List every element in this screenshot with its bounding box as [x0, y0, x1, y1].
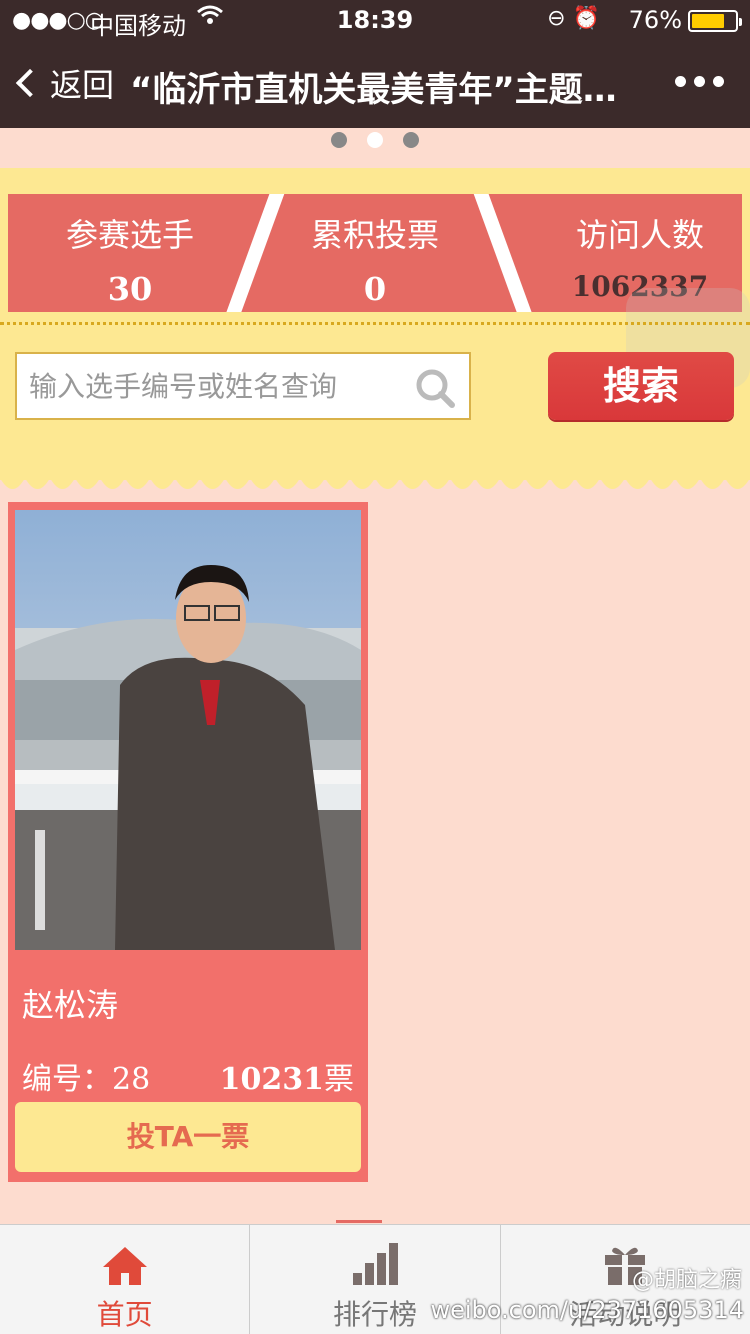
home-icon: [0, 1225, 249, 1287]
carousel-dot-active[interactable]: [367, 132, 383, 148]
top-bar: ●●●○○ 中国移动 18:39 ⊖ ⏰ 76% 返回 “临沂市直机关最美青年”…: [0, 0, 750, 128]
alarm-icon: ⏰: [572, 6, 600, 31]
back-button[interactable]: 返回: [15, 60, 115, 106]
dotted-divider: [0, 322, 750, 325]
candidate-number: 编号：28: [22, 1054, 150, 1098]
page-title: “临沂市直机关最美青年”主题…: [130, 70, 617, 110]
tab-home[interactable]: 首页: [0, 1225, 251, 1334]
nav-bar: 返回 “临沂市直机关最美青年”主题…: [0, 40, 750, 128]
carousel-dot[interactable]: [403, 132, 419, 148]
bar-chart-icon: [250, 1225, 499, 1287]
scallop-border: [0, 478, 750, 489]
battery-icon: [688, 10, 742, 32]
more-dot-icon: [694, 76, 705, 87]
rotation-lock-icon: ⊖: [547, 6, 566, 31]
stat-players: 参赛选手 30: [8, 194, 252, 312]
carousel-indicator: [0, 132, 750, 152]
more-dot-icon: [675, 76, 686, 87]
search-button[interactable]: 搜索: [548, 352, 734, 420]
stat-players-value: 30: [107, 270, 153, 308]
search-box: [15, 352, 471, 420]
candidate-card[interactable]: 赵松涛 编号：28 10231票 投TA一票: [8, 502, 368, 1182]
watermark-handle: @胡脑之瘸: [631, 1268, 742, 1293]
more-menu-button[interactable]: [675, 76, 724, 87]
candidate-photo[interactable]: [15, 510, 361, 950]
search-input[interactable]: [17, 354, 397, 418]
status-bar: ●●●○○ 中国移动 18:39 ⊖ ⏰ 76%: [0, 0, 750, 40]
tab-indicator: [336, 1220, 382, 1223]
candidate-votes: 10231票: [220, 1054, 354, 1098]
candidate-number-label: 编号：: [22, 1062, 112, 1097]
more-dot-icon: [713, 76, 724, 87]
vote-button[interactable]: 投TA一票: [15, 1102, 361, 1172]
battery-percent: 76%: [628, 6, 682, 34]
stat-votes: 累积投票 0: [253, 194, 497, 312]
candidate-name: 赵松涛: [22, 986, 119, 1024]
stat-players-label: 参赛选手: [65, 216, 194, 254]
stat-visitors-label: 访问人数: [575, 216, 704, 254]
search-icon[interactable]: [415, 368, 455, 408]
candidate-number-value: 28: [112, 1062, 151, 1097]
stat-votes-value: 0: [363, 270, 387, 308]
stat-votes-label: 累积投票: [310, 216, 439, 254]
candidate-votes-value: 10231: [219, 1062, 324, 1097]
back-label: 返回: [50, 66, 115, 104]
tab-home-label: 首页: [96, 1298, 153, 1331]
watermark-url: weibo.com/u/2371605314: [430, 1296, 744, 1324]
chevron-left-icon: [15, 68, 45, 98]
candidate-votes-unit: 票: [324, 1062, 354, 1097]
carousel-dot[interactable]: [331, 132, 347, 148]
